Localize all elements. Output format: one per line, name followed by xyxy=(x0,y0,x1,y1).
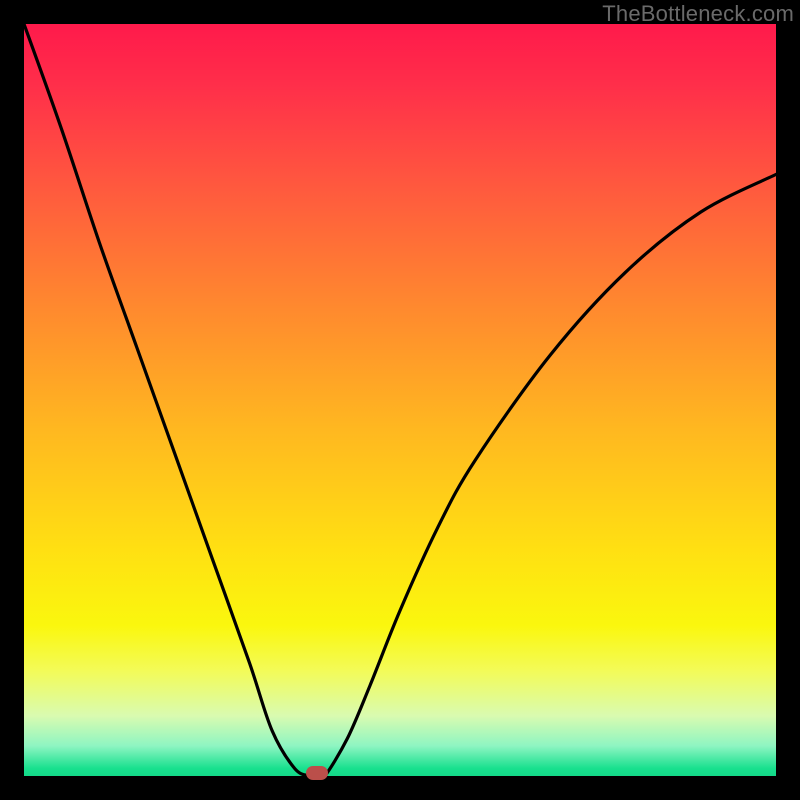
plot-frame xyxy=(24,24,776,776)
watermark-text: TheBottleneck.com xyxy=(602,1,794,27)
optimal-point-marker xyxy=(306,766,328,780)
bottleneck-curve xyxy=(24,24,776,776)
